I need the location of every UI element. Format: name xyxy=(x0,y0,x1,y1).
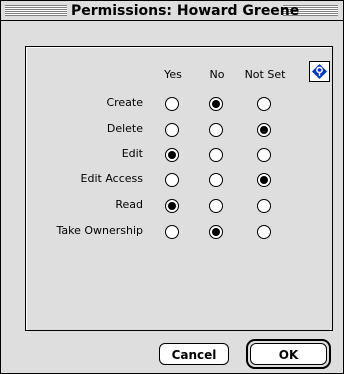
radio-create-yes[interactable] xyxy=(165,97,179,111)
radio-selected-dot xyxy=(212,228,220,236)
radio-edit-access-yes[interactable] xyxy=(165,173,179,187)
window-title: Permissions: Howard Greene xyxy=(71,2,300,20)
title-bar-stripes-left xyxy=(5,5,67,16)
radio-selected-dot xyxy=(260,126,268,134)
radio-delete-no[interactable] xyxy=(209,123,223,137)
radio-create-not-set[interactable] xyxy=(257,97,271,111)
radio-delete-yes[interactable] xyxy=(165,123,179,137)
row-label-read: Read xyxy=(115,198,143,211)
column-header-yes: Yes xyxy=(164,68,182,81)
ok-button[interactable]: OK xyxy=(250,343,327,365)
radio-delete-not-set[interactable] xyxy=(257,123,271,137)
radio-take-ownership-no[interactable] xyxy=(209,225,223,239)
radio-edit-access-no[interactable] xyxy=(209,173,223,187)
cancel-button[interactable]: Cancel xyxy=(159,343,229,365)
radio-read-yes[interactable] xyxy=(165,199,179,213)
column-header-no: No xyxy=(209,68,225,81)
radio-edit-access-not-set[interactable] xyxy=(257,173,271,187)
row-label-delete: Delete xyxy=(106,122,143,135)
permissions-panel xyxy=(25,46,333,331)
radio-take-ownership-yes[interactable] xyxy=(165,225,179,239)
radio-edit-not-set[interactable] xyxy=(257,148,271,162)
radio-selected-dot xyxy=(260,176,268,184)
radio-create-no[interactable] xyxy=(209,97,223,111)
radio-selected-dot xyxy=(168,202,176,210)
radio-read-not-set[interactable] xyxy=(257,199,271,213)
balloon-help-icon xyxy=(312,64,327,79)
radio-read-no[interactable] xyxy=(209,199,223,213)
row-label-take-ownership: Take Ownership xyxy=(56,224,143,237)
row-label-edit-access: Edit Access xyxy=(80,172,143,185)
title-bar[interactable]: Permissions: Howard Greene xyxy=(1,1,343,21)
radio-take-ownership-not-set[interactable] xyxy=(257,225,271,239)
permissions-dialog: Permissions: Howard Greene Yes No Not Se… xyxy=(0,0,344,374)
radio-edit-no[interactable] xyxy=(209,148,223,162)
radio-selected-dot xyxy=(168,151,176,159)
row-label-create: Create xyxy=(106,96,143,109)
radio-selected-dot xyxy=(212,100,220,108)
row-label-edit: Edit xyxy=(121,147,143,160)
radio-edit-yes[interactable] xyxy=(165,148,179,162)
column-header-not-set: Not Set xyxy=(244,68,286,81)
help-button[interactable] xyxy=(309,61,330,82)
